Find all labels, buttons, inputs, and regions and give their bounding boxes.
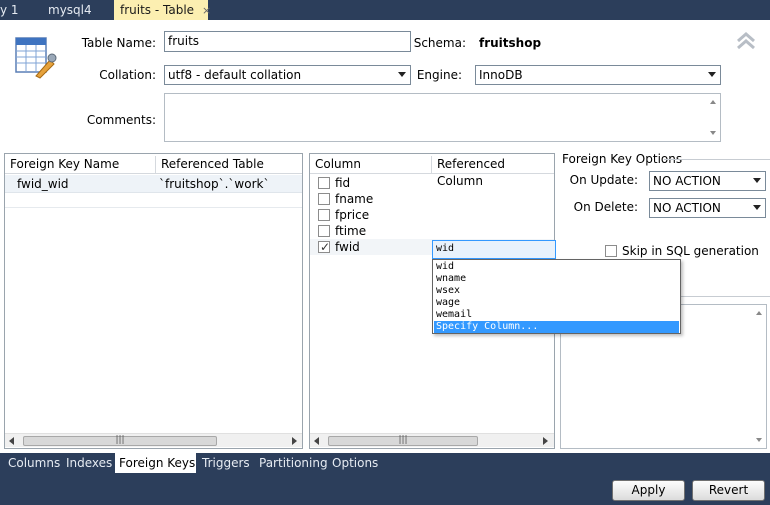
tab-fruits-table[interactable]: fruits - Table × bbox=[114, 0, 211, 20]
table-name-label: Table Name: bbox=[81, 36, 156, 50]
referenced-column-combo[interactable]: wid bbox=[432, 240, 556, 259]
scrollbar-thumb[interactable]: ||| bbox=[23, 435, 217, 446]
tab-options[interactable]: Options bbox=[328, 453, 382, 473]
schema-label: Schema: bbox=[413, 36, 466, 50]
column-header-referenced-table[interactable]: Referenced Table bbox=[155, 156, 302, 174]
on-delete-label: On Delete: bbox=[573, 200, 638, 214]
scrollbar-thumb[interactable]: ||| bbox=[328, 435, 478, 446]
tab-columns[interactable]: Columns bbox=[4, 453, 64, 473]
scroll-left-icon[interactable] bbox=[9, 437, 14, 445]
check-icon: ✓ bbox=[320, 240, 331, 254]
schema-value: fruitshop bbox=[479, 36, 542, 50]
skip-sql-label: Skip in SQL generation bbox=[622, 244, 759, 258]
on-delete-select[interactable]: NO ACTION bbox=[649, 198, 766, 218]
skip-sql-checkbox[interactable] bbox=[605, 245, 617, 257]
fk-name-cell: fwid_wid bbox=[17, 177, 69, 191]
scroll-down-icon[interactable] bbox=[756, 438, 762, 442]
column-checkbox-fwid[interactable]: ✓ bbox=[318, 240, 331, 254]
on-update-select[interactable]: NO ACTION bbox=[649, 171, 766, 191]
column-header-fk-name[interactable]: Foreign Key Name bbox=[5, 156, 155, 174]
column-checkbox-fid[interactable] bbox=[318, 177, 330, 189]
scroll-up-icon[interactable] bbox=[710, 100, 716, 104]
tab-partitioning[interactable]: Partitioning bbox=[255, 453, 332, 473]
tab-indexes[interactable]: Indexes bbox=[62, 453, 116, 473]
column-header-column[interactable]: Column bbox=[310, 156, 431, 174]
referenced-column-dropdown[interactable]: wid wname wsex wage wemail Specify Colum… bbox=[432, 259, 681, 334]
scroll-right-icon[interactable] bbox=[292, 437, 297, 445]
tab-triggers[interactable]: Triggers bbox=[198, 453, 254, 473]
ref-table-cell: `fruitshop`.`work` bbox=[159, 177, 270, 191]
comments-label: Comments: bbox=[86, 113, 156, 127]
engine-label: Engine: bbox=[416, 68, 462, 82]
collation-label: Collation: bbox=[99, 68, 156, 82]
foreign-key-list[interactable]: Foreign Key Name Referenced Table fwid_w… bbox=[4, 153, 303, 449]
table-row[interactable]: fwid_wid `fruitshop`.`work` bbox=[5, 175, 302, 193]
tab-query-1[interactable]: y 1 bbox=[0, 0, 25, 20]
tab-foreign-keys[interactable]: Foreign Keys bbox=[115, 453, 196, 474]
collation-select[interactable]: utf8 - default collation bbox=[164, 65, 411, 85]
table-name-input[interactable]: fruits bbox=[164, 31, 411, 52]
comments-textarea[interactable] bbox=[164, 93, 721, 142]
dropdown-option-wemail[interactable]: wemail bbox=[434, 309, 472, 321]
dropdown-option-wage[interactable]: wage bbox=[434, 297, 460, 309]
collapse-up-icon[interactable] bbox=[735, 30, 757, 52]
column-row-fname[interactable]: fname bbox=[310, 191, 554, 207]
scroll-up-icon[interactable] bbox=[756, 311, 762, 315]
table-icon bbox=[14, 36, 58, 80]
column-row-fid[interactable]: fid bbox=[310, 175, 554, 191]
revert-button[interactable]: Revert bbox=[692, 480, 765, 501]
on-update-label: On Update: bbox=[569, 173, 638, 187]
column-row-ftime[interactable]: ftime bbox=[310, 223, 554, 239]
dropdown-option-wid[interactable]: wid bbox=[434, 261, 454, 273]
horizontal-scrollbar[interactable]: ||| bbox=[310, 433, 554, 447]
chevron-down-icon bbox=[753, 205, 761, 210]
tab-mysql4[interactable]: mysql4 bbox=[42, 0, 98, 20]
scroll-left-icon[interactable] bbox=[314, 437, 319, 445]
column-row-fprice[interactable]: fprice bbox=[310, 207, 554, 223]
column-checkbox-fprice[interactable] bbox=[318, 209, 330, 221]
close-tab-icon[interactable]: × bbox=[202, 4, 211, 17]
chevron-down-icon bbox=[708, 72, 716, 77]
apply-button[interactable]: Apply bbox=[612, 480, 685, 501]
editor-tab-bar: y 1 mysql4 fruits - Table × bbox=[0, 0, 770, 20]
dropdown-option-wsex[interactable]: wsex bbox=[434, 285, 460, 297]
dropdown-option-wname[interactable]: wname bbox=[434, 273, 466, 285]
footer-bar: Apply Revert bbox=[0, 473, 770, 505]
chevron-down-icon bbox=[753, 178, 761, 183]
column-header-referenced-column[interactable]: Referenced Column bbox=[431, 156, 554, 188]
editor-subtabs: Columns Indexes Foreign Keys Triggers Pa… bbox=[0, 453, 770, 474]
horizontal-scrollbar[interactable]: ||| bbox=[5, 433, 302, 447]
engine-select[interactable]: InnoDB bbox=[475, 65, 721, 85]
dropdown-option-specify-column[interactable]: Specify Column... bbox=[434, 321, 679, 333]
column-checkbox-ftime[interactable] bbox=[318, 225, 330, 237]
scroll-right-icon[interactable] bbox=[543, 437, 548, 445]
scroll-down-icon[interactable] bbox=[710, 131, 716, 135]
column-checkbox-fname[interactable] bbox=[318, 193, 330, 205]
